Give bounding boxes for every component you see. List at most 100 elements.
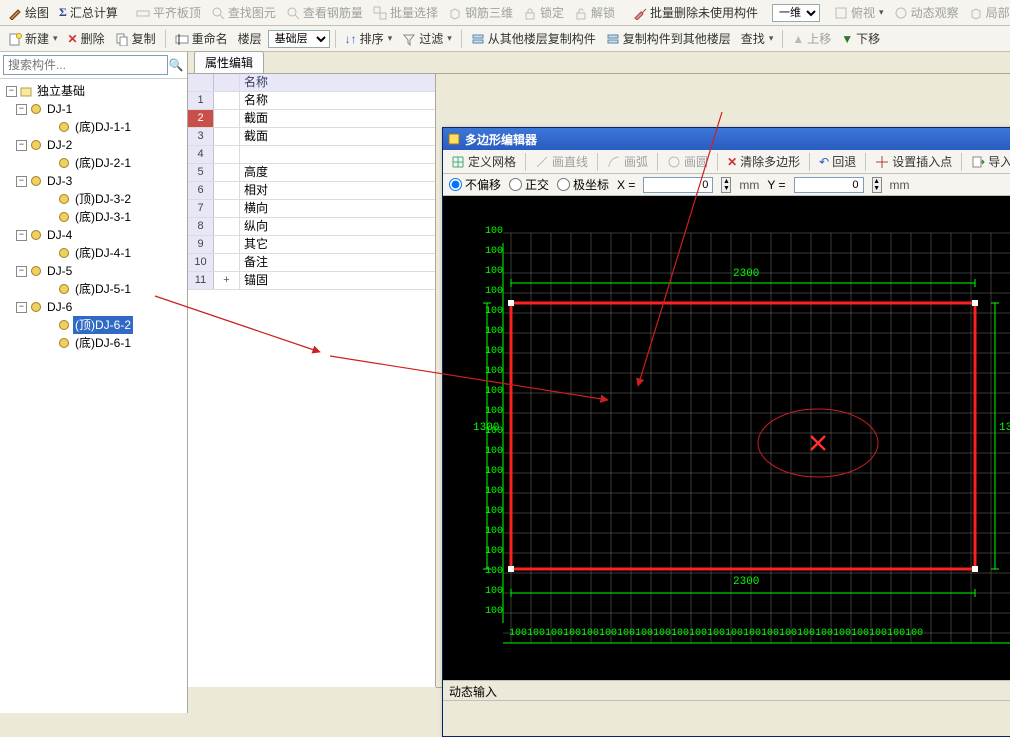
movedown-button[interactable]: ▼下移 <box>837 28 884 49</box>
y-spinner[interactable]: ▲▼ <box>872 177 882 193</box>
undo-button[interactable]: ↶回退 <box>815 152 860 171</box>
search-icon[interactable]: 🔍 <box>168 58 184 72</box>
grid-row[interactable]: 7横向 <box>188 200 435 218</box>
collapse-icon[interactable]: − <box>16 230 27 241</box>
filter-button[interactable]: 过滤▾ <box>398 28 456 49</box>
collapse-icon[interactable]: − <box>16 302 27 313</box>
import-button[interactable]: 导入 <box>967 152 1010 171</box>
orbit-icon <box>894 6 908 20</box>
grid-row[interactable]: 3截面 <box>188 128 435 146</box>
opt-no-offset-radio[interactable] <box>449 178 462 191</box>
tree-leaf[interactable]: (底)DJ-1-1 <box>2 118 185 136</box>
rebar3d-button[interactable]: 钢筋三维 <box>444 2 517 23</box>
gear-icon <box>58 337 70 349</box>
collapse-icon[interactable]: − <box>16 176 27 187</box>
sort-button[interactable]: ↓↑排序▾ <box>341 28 397 49</box>
cell-b <box>240 146 435 163</box>
opt-ortho-radio[interactable] <box>509 178 522 191</box>
tree-leaf[interactable]: (底)DJ-6-1 <box>2 334 185 352</box>
copy-from-other-button[interactable]: 从其他楼层复制构件 <box>467 28 600 49</box>
grid-row[interactable]: 8纵向 <box>188 218 435 236</box>
tree-node[interactable]: −DJ-1 <box>2 100 185 118</box>
collapse-icon[interactable]: − <box>6 86 17 97</box>
pe-dynamic-input[interactable]: 动态输入 <box>443 680 1010 700</box>
tree-leaf[interactable]: (底)DJ-4-1 <box>2 244 185 262</box>
tree-leaf[interactable]: (底)DJ-3-1 <box>2 208 185 226</box>
x-spinner[interactable]: ▲▼ <box>721 177 731 193</box>
findprim-button[interactable]: 查找图元 <box>207 2 280 23</box>
flatslab-button[interactable]: 平齐板顶 <box>132 2 205 23</box>
tree-node[interactable]: −DJ-2 <box>2 136 185 154</box>
gear-icon <box>58 193 70 205</box>
grid-row[interactable]: 2截面 <box>188 110 435 128</box>
grid-row[interactable]: 1名称 <box>188 92 435 110</box>
cell-b: 横向 <box>240 200 435 217</box>
search-input[interactable] <box>3 55 168 75</box>
dimension-combo[interactable]: 一维 <box>772 4 820 22</box>
collapse-icon[interactable]: − <box>16 140 27 151</box>
define-grid-button[interactable]: 定义网格 <box>447 152 520 171</box>
opt-polar[interactable]: 极坐标 <box>557 176 609 193</box>
collapse-icon[interactable]: − <box>16 104 27 115</box>
unlock-button[interactable]: 解锁 <box>570 2 619 23</box>
tree-root[interactable]: − 独立基础 <box>2 82 185 100</box>
dynview-button[interactable]: 动态观察 <box>890 2 963 23</box>
sumcalc-button[interactable]: Σ汇总计算 <box>55 2 122 23</box>
cell-a <box>214 110 240 127</box>
tree-leaf[interactable]: (底)DJ-5-1 <box>2 280 185 298</box>
copy-to-other-button[interactable]: 复制构件到其他楼层 <box>602 28 735 49</box>
tree-node[interactable]: −DJ-6 <box>2 298 185 316</box>
y-input[interactable] <box>794 177 864 193</box>
find-button[interactable]: 查找▾ <box>737 28 778 49</box>
tab-properties[interactable]: 属性编辑 <box>194 51 264 73</box>
opt-ortho[interactable]: 正交 <box>509 176 549 193</box>
grid-row[interactable]: 6相对 <box>188 182 435 200</box>
batchdel-button[interactable]: 批量删除未使用构件 <box>629 2 762 23</box>
rebarqty-button[interactable]: 查看钢筋量 <box>282 2 367 23</box>
tree-node[interactable]: −DJ-3 <box>2 172 185 190</box>
iso-button[interactable]: 俯视▾ <box>830 2 888 23</box>
tab-strip: 属性编辑 <box>188 52 1010 74</box>
batchsel-button[interactable]: 批量选择 <box>369 2 442 23</box>
right-pane: 属性编辑 名称 1名称2截面3截面45高度6相对7横向8纵向9其它10备注11+… <box>188 52 1010 713</box>
component-tree[interactable]: − 独立基础 −DJ-1(底)DJ-1-1−DJ-2(底)DJ-2-1−DJ-3… <box>0 79 187 713</box>
localiso-button[interactable]: 局部三 <box>965 2 1010 23</box>
tick-label: 100 <box>485 446 503 457</box>
tree-node[interactable]: −DJ-5 <box>2 262 185 280</box>
collapse-icon[interactable]: − <box>16 266 27 277</box>
opt-polar-radio[interactable] <box>557 178 570 191</box>
draw-button[interactable]: 绘图 <box>4 2 53 23</box>
new-button[interactable]: 新建▾ <box>4 28 62 49</box>
moveup-button[interactable]: ▲上移 <box>788 28 835 49</box>
cell-b: 名称 <box>240 92 435 109</box>
lock-button[interactable]: 锁定 <box>519 2 568 23</box>
rename-icon <box>175 32 189 46</box>
grid-row[interactable]: 9其它 <box>188 236 435 254</box>
pe-canvas[interactable]: 1001001001001001001001001001001001001001… <box>443 196 1010 680</box>
property-grid[interactable]: 名称 1名称2截面3截面45高度6相对7横向8纵向9其它10备注11+锚固 <box>188 74 436 687</box>
copy-button[interactable]: 复制 <box>111 28 160 49</box>
tree-label: DJ-4 <box>45 226 74 244</box>
tree-node[interactable]: − DJ-4 <box>2 226 185 244</box>
draw-arc-button[interactable]: 画弧 <box>603 152 652 171</box>
grid-row[interactable]: 4 <box>188 146 435 164</box>
set-insert-point-button[interactable]: 设置插入点 <box>871 152 956 171</box>
clear-polygon-button[interactable]: ✕清除多边形 <box>723 152 804 171</box>
grid-row[interactable]: 11+锚固 <box>188 272 435 290</box>
search-row: 🔍 <box>0 52 187 79</box>
draw-circle-button[interactable]: 画圆 <box>663 152 712 171</box>
grid-row[interactable]: 10备注 <box>188 254 435 272</box>
x-input[interactable] <box>643 177 713 193</box>
floor-combo[interactable]: 基础层 <box>268 30 330 48</box>
pe-title-bar[interactable]: 多边形编辑器 × <box>443 128 1010 150</box>
tree-leaf[interactable]: (底)DJ-2-1 <box>2 154 185 172</box>
grid-row[interactable]: 5高度 <box>188 164 435 182</box>
floor-button[interactable]: 楼层 <box>234 28 266 49</box>
opt-no-offset[interactable]: 不偏移 <box>449 176 501 193</box>
tree-leaf[interactable]: (顶)DJ-3-2 <box>2 190 185 208</box>
draw-line-button[interactable]: 画直线 <box>531 152 592 171</box>
pe-button-row: 确定 取消 <box>443 700 1010 736</box>
rename-button[interactable]: 重命名 <box>171 28 232 49</box>
delete-button[interactable]: ✕删除 <box>64 28 109 49</box>
tree-leaf[interactable]: (顶)DJ-6-2 <box>2 316 185 334</box>
